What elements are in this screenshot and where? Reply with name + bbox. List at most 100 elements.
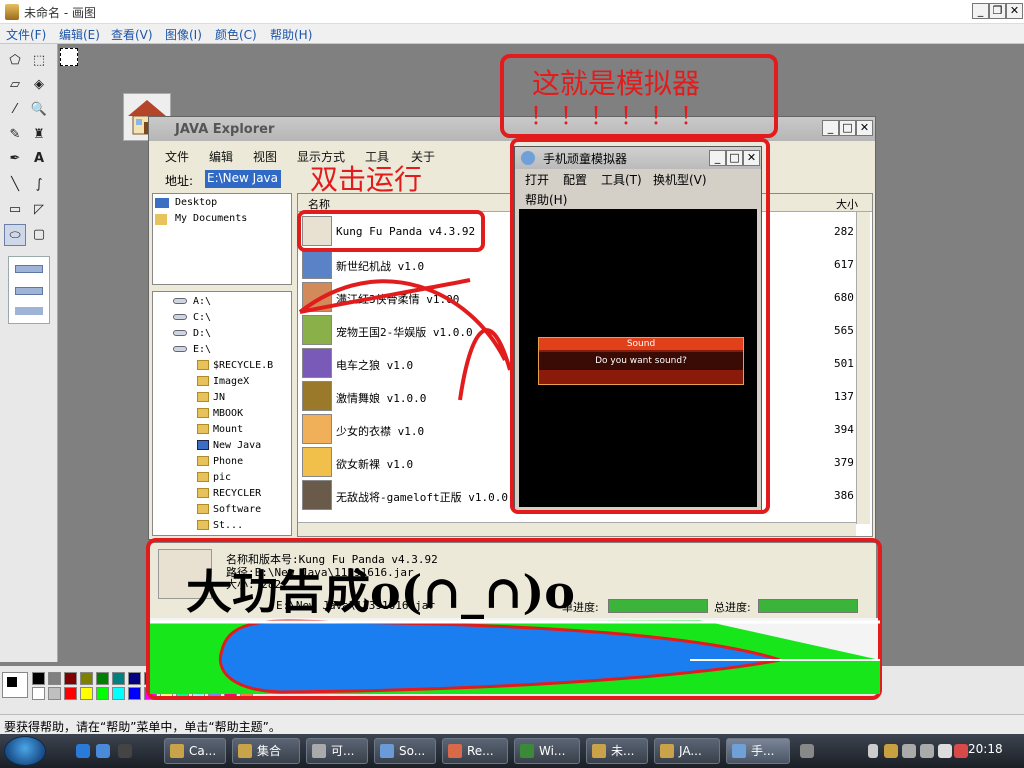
color-swatch[interactable] — [128, 687, 141, 700]
start-button[interactable] — [4, 736, 46, 766]
tree-drive-c[interactable]: C:\ — [173, 312, 211, 323]
rect-select-icon[interactable]: ⬚ — [28, 50, 50, 72]
vertical-scrollbar[interactable] — [856, 212, 870, 524]
fav-desktop[interactable]: Desktop — [175, 197, 217, 208]
menu-colors[interactable]: 颜色(C) — [215, 26, 257, 43]
browser-quicklaunch-icon[interactable] — [96, 744, 110, 758]
color-swatch[interactable] — [160, 672, 173, 685]
emu-close-button[interactable]: ✕ — [743, 150, 760, 166]
eraser-icon[interactable]: ▱ — [4, 74, 26, 96]
tree-folder[interactable]: Phone — [197, 456, 243, 467]
color-swatch[interactable] — [240, 687, 253, 700]
tree-drive-e[interactable]: E:\ — [173, 344, 211, 355]
jx-menu-edit[interactable]: 编辑 — [209, 148, 233, 165]
color-swatch[interactable] — [112, 687, 125, 700]
security-icon[interactable] — [954, 744, 968, 758]
color-swatch[interactable] — [64, 687, 77, 700]
color-swatch[interactable] — [192, 687, 205, 700]
emu-menu-config[interactable]: 配置 — [563, 171, 587, 188]
color-swatch[interactable] — [32, 687, 45, 700]
clock[interactable]: 20:18 — [968, 742, 1003, 756]
network-icon[interactable] — [920, 744, 934, 758]
tree-folder[interactable]: $RECYCLE.B — [197, 360, 273, 371]
tree-drive-a[interactable]: A:\ — [173, 296, 211, 307]
restore-button[interactable]: ❐ — [989, 3, 1006, 19]
text-tool-icon[interactable]: A — [28, 148, 50, 170]
color-swatch[interactable] — [208, 672, 221, 685]
horizontal-scrollbar[interactable] — [298, 522, 856, 536]
color-swatch[interactable] — [96, 687, 109, 700]
color-swatch[interactable] — [32, 672, 45, 685]
emu-menu-help[interactable]: 帮助(H) — [525, 191, 567, 208]
fill-option-solid[interactable] — [15, 307, 43, 315]
tree-folder[interactable]: ImageX — [197, 376, 249, 387]
jx-menu-about[interactable]: 关于 — [411, 148, 435, 165]
tree-folder[interactable]: Mount — [197, 424, 243, 435]
rectangle-tool-icon[interactable]: ▭ — [4, 199, 26, 221]
color-swatch[interactable] — [96, 672, 109, 685]
taskbar-item[interactable]: Wi... — [514, 738, 580, 764]
foreground-color[interactable] — [6, 676, 18, 688]
emu-minimize-button[interactable]: _ — [709, 150, 726, 166]
menu-edit[interactable]: 编辑(E) — [59, 26, 100, 43]
emulator-screen[interactable]: Sound Do you want sound? — [519, 209, 757, 507]
free-select-icon[interactable]: ⬠ — [4, 50, 26, 72]
emu-maximize-button[interactable]: □ — [726, 150, 743, 166]
menu-view[interactable]: 查看(V) — [111, 26, 153, 43]
chevron-left-icon[interactable] — [868, 744, 878, 758]
emu-menu-switch-model[interactable]: 换机型(V) — [653, 171, 707, 188]
color-picker-icon[interactable]: ⁄ — [4, 99, 26, 121]
volume-icon[interactable] — [938, 744, 952, 758]
show-desktop-icon[interactable] — [118, 744, 132, 758]
tree-folder[interactable]: JN — [197, 392, 225, 403]
airbrush-icon[interactable]: ✒ — [4, 148, 26, 170]
taskbar-item[interactable]: So... — [374, 738, 436, 764]
color-swatch[interactable] — [64, 672, 77, 685]
tree-folder[interactable]: RECYCLER — [197, 488, 261, 499]
column-size[interactable]: 大小 — [836, 196, 858, 212]
jx-close-button[interactable]: ✕ — [856, 120, 873, 136]
color-swatch[interactable] — [128, 672, 141, 685]
tray-icon[interactable] — [902, 744, 916, 758]
pencil-icon[interactable]: ✎ — [4, 124, 26, 146]
color-swatch[interactable] — [224, 672, 237, 685]
tree-folder[interactable]: pic — [197, 472, 231, 483]
fill-bucket-icon[interactable]: ◈ — [28, 74, 50, 96]
taskbar-item[interactable]: Re... — [442, 738, 508, 764]
jx-minimize-button[interactable]: _ — [822, 120, 839, 136]
color-swatch[interactable] — [80, 672, 93, 685]
column-name[interactable]: 名称 — [308, 196, 330, 212]
menu-file[interactable]: 文件(F) — [6, 26, 46, 43]
magnifier-icon[interactable]: 🔍 — [28, 99, 50, 121]
current-colors[interactable] — [2, 672, 28, 698]
color-swatch[interactable] — [240, 672, 253, 685]
tree-folder[interactable]: Software — [197, 504, 261, 515]
color-swatch[interactable] — [176, 687, 189, 700]
fill-option-outline[interactable] — [15, 265, 43, 273]
color-swatch[interactable] — [176, 672, 189, 685]
jx-menu-view[interactable]: 视图 — [253, 148, 277, 165]
taskbar-item[interactable]: 可... — [306, 738, 368, 764]
color-swatch[interactable] — [208, 687, 221, 700]
emu-menu-open[interactable]: 打开 — [525, 171, 549, 188]
canvas-resize-handle[interactable] — [60, 48, 78, 66]
jx-menu-file[interactable]: 文件 — [165, 148, 189, 165]
tree-drive-d[interactable]: D:\ — [173, 328, 211, 339]
line-tool-icon[interactable]: ╲ — [4, 174, 26, 196]
tree-folder-selected[interactable]: New Java — [197, 440, 261, 451]
taskbar-item[interactable]: JA... — [654, 738, 720, 764]
taskbar-item-active[interactable]: 手... — [726, 738, 790, 764]
brush-icon[interactable]: ♜ — [28, 124, 50, 146]
taskbar-item[interactable]: 未... — [586, 738, 648, 764]
color-swatch[interactable] — [80, 687, 93, 700]
jx-menu-display[interactable]: 显示方式 — [297, 148, 345, 165]
fill-option-both[interactable] — [15, 287, 43, 295]
keyboard-icon[interactable] — [800, 744, 814, 758]
color-swatch[interactable] — [48, 687, 61, 700]
close-button[interactable]: ✕ — [1006, 3, 1023, 19]
tree-folder[interactable]: MBOOK — [197, 408, 243, 419]
color-swatch[interactable] — [144, 672, 157, 685]
tray-icon[interactable] — [884, 744, 898, 758]
color-swatch[interactable] — [112, 672, 125, 685]
color-swatch[interactable] — [144, 687, 157, 700]
